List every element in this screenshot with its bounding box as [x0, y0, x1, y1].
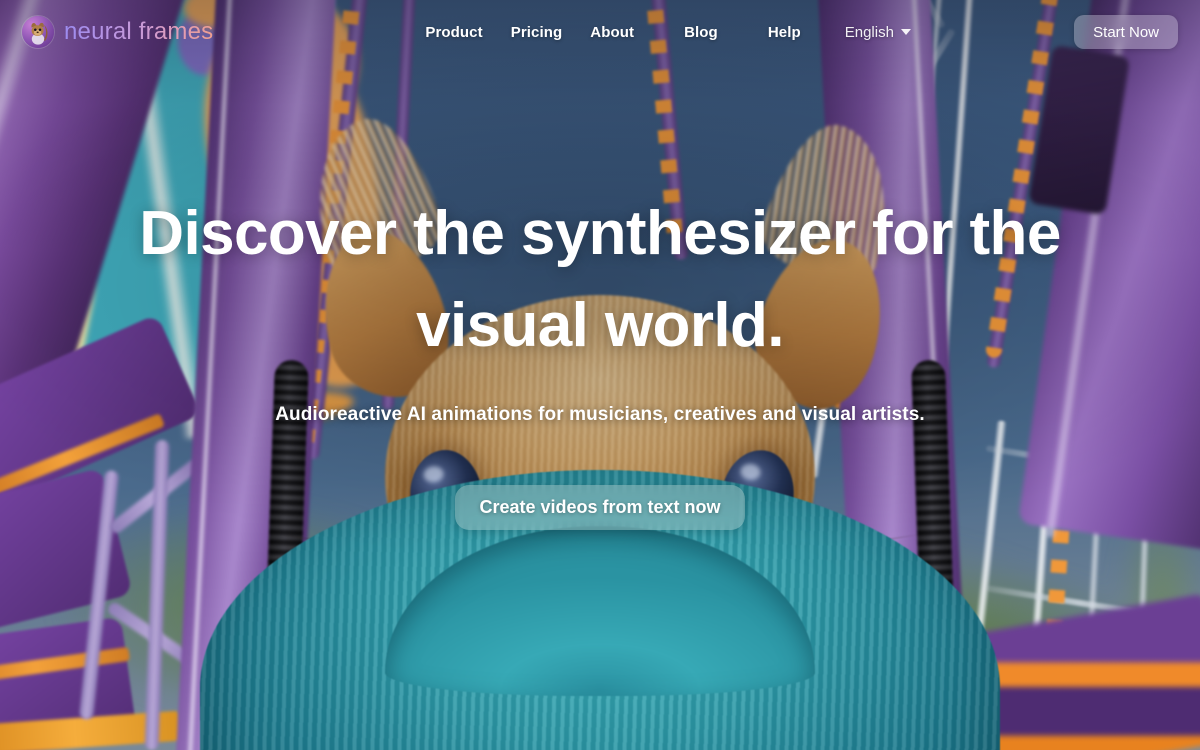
nav-item-help[interactable]: Help — [754, 18, 815, 47]
squirrel-avatar-icon — [22, 16, 54, 48]
nav-item-blog[interactable]: Blog — [670, 18, 732, 47]
page-title: Discover the synthesizer for the visual … — [139, 199, 1061, 360]
nav-item-product[interactable]: Product — [411, 18, 496, 47]
brand-name: neural frames — [64, 18, 214, 45]
chevron-down-icon — [900, 29, 911, 35]
language-label: English — [844, 23, 894, 41]
start-now-button[interactable]: Start Now — [1074, 15, 1178, 49]
brand-logo[interactable]: neural frames — [22, 16, 213, 48]
hero-background-image — [0, 0, 1200, 750]
main-nav: Product Pricing About Blog Help English — [411, 18, 919, 47]
page-stage: neural frames Product Pricing About Blog… — [0, 0, 1200, 750]
background-vignette — [0, 0, 1200, 750]
create-videos-button[interactable]: Create videos from text now — [455, 485, 745, 530]
language-selector[interactable]: English — [837, 18, 919, 47]
nav-item-pricing[interactable]: Pricing — [497, 18, 577, 47]
site-header: neural frames Product Pricing About Blog… — [0, 0, 1200, 64]
nav-item-about[interactable]: About — [576, 18, 648, 47]
hero-subtitle: Audioreactive AI animations for musician… — [275, 404, 925, 425]
